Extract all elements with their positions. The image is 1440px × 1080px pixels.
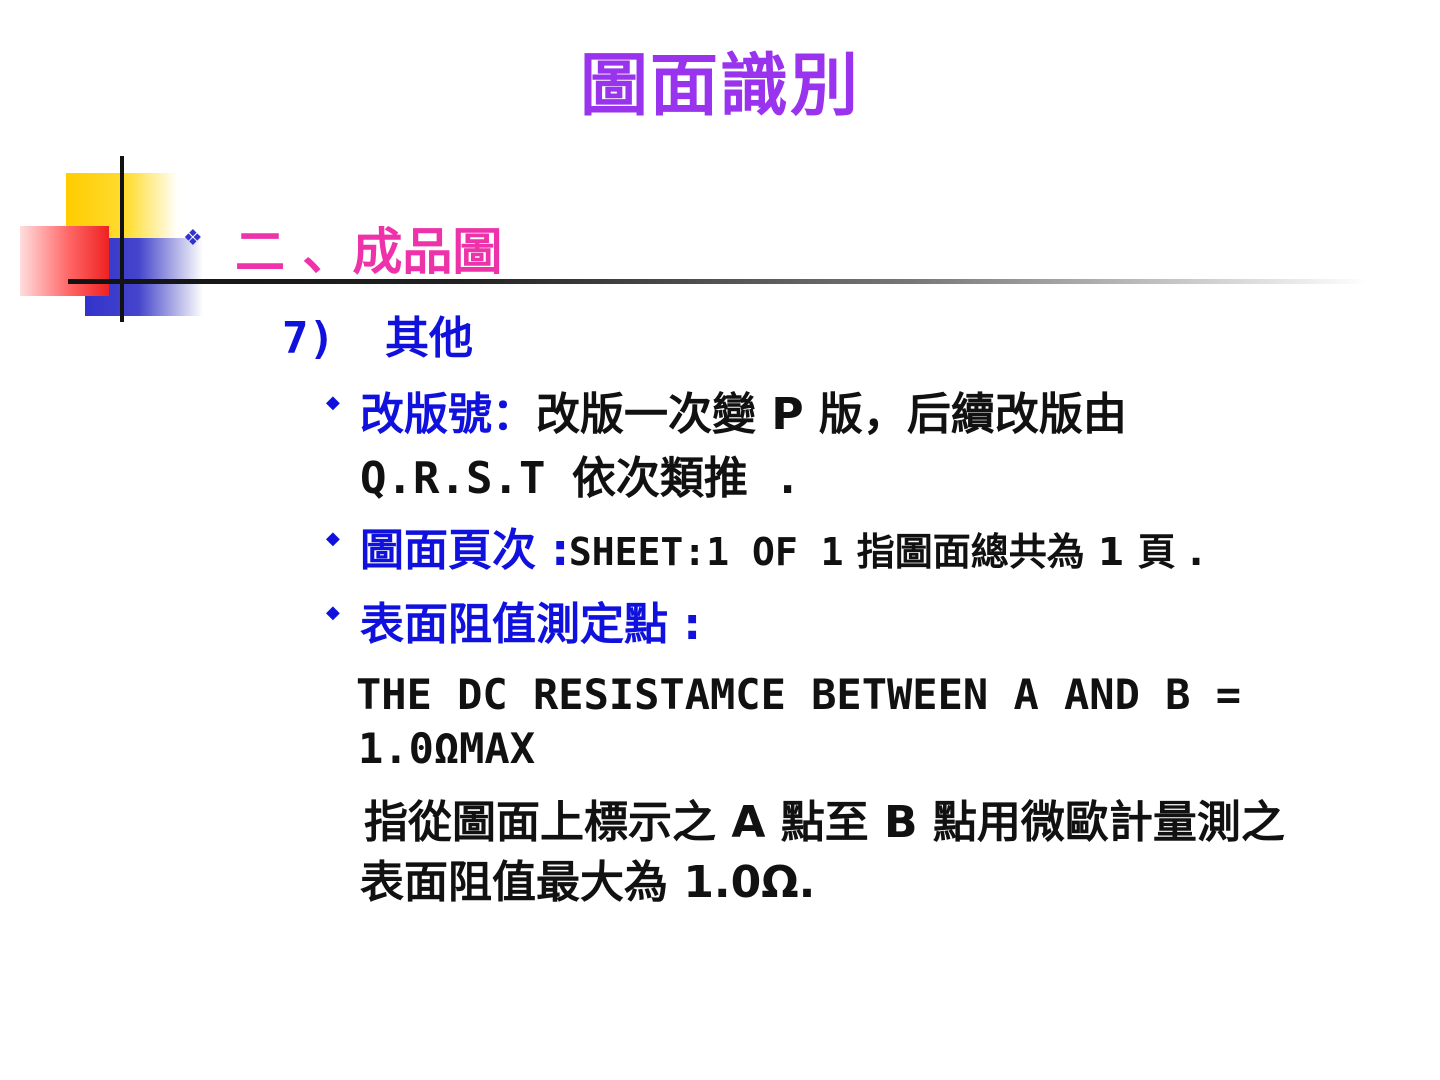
list-item-sheet: 圖面頁次 :SHEET:1 OF 1 指圖面總共為 1 頁 .	[360, 514, 1203, 578]
vertical-divider	[120, 156, 124, 322]
item-label: 圖面頁次 :	[360, 525, 569, 576]
subsection-label: 其他	[384, 313, 473, 364]
item-sheet-code: SHEET:1 OF 1	[568, 530, 844, 574]
item-label: 表面阻值測定點 :	[360, 599, 701, 650]
slide-title: 圖面識別	[579, 47, 860, 126]
diamond-bullet-icon: ◆	[326, 392, 340, 413]
diamond-bullet-icon: ◆	[326, 602, 340, 623]
spec-line-1: THE DC RESISTAMCE BETWEEN A AND B =	[356, 670, 1242, 719]
list-item-resistance-point: 表面阻值測定點 :	[360, 588, 701, 652]
spec-desc-line-2: 表面阻值最大為 1.0Ω.	[360, 857, 816, 908]
section-heading: 二 、成品圖	[235, 223, 503, 281]
item-text: 改版一次變 P 版，后續改版由	[536, 389, 1127, 440]
list-item-revision: 改版號：改版一次變 P 版，后續改版由	[360, 378, 1127, 442]
red-square	[20, 226, 109, 296]
item-label: 改版號：	[360, 389, 536, 440]
diamond-bullet-icon: ❖	[183, 226, 203, 251]
spec-desc-line-1: 指從圖面上標示之 A 點至 B 點用微歐計量測之	[364, 797, 1285, 848]
diamond-bullet-icon: ◆	[326, 528, 340, 549]
item-text: 指圖面總共為 1 頁 .	[856, 530, 1204, 574]
spec-line-2: 1.0ΩMAX	[358, 724, 536, 773]
subsection-heading: 7) 其他	[282, 302, 473, 366]
list-item-revision-cont: Q.R.S.T 依次類推 .	[360, 453, 801, 504]
subsection-number: 7)	[282, 313, 335, 364]
